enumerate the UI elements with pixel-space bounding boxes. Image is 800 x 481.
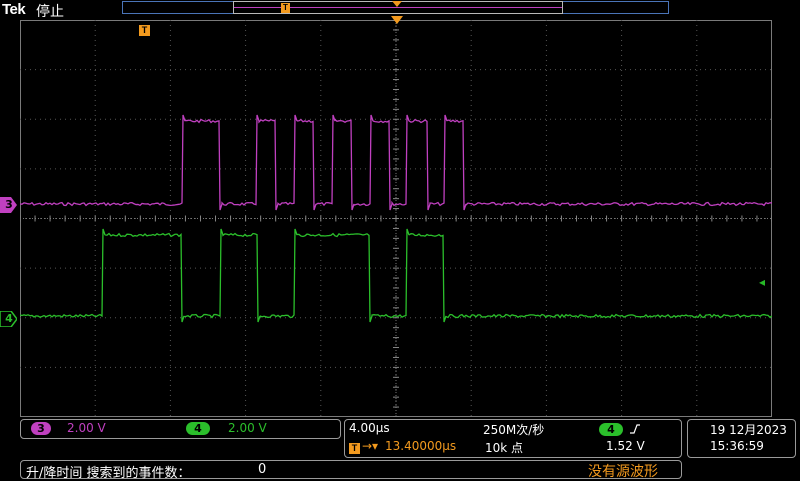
channel-scale-panel: 3 2.00 V 4 2.00 V (20, 419, 341, 439)
trigger-source-badge: 4 (599, 423, 623, 436)
ch3-ground-marker[interactable]: 3 (0, 197, 17, 213)
trigger-delay-badge-icon: T (349, 443, 360, 454)
search-status-bar[interactable]: 升/降时间 搜索到的事件数： 0 没有源波形 (20, 460, 682, 481)
ch4-scale[interactable]: 2.00 V (228, 421, 267, 435)
trigger-level-arrow-icon[interactable]: ◂ (759, 275, 765, 289)
ch3-scale[interactable]: 2.00 V (67, 421, 106, 435)
time: 15:36:59 (710, 439, 764, 453)
date: 19 12月2023 (710, 423, 787, 437)
sample-rate: 250M次/秒 (483, 423, 545, 437)
date-time-panel[interactable]: 19 12月2023 15:36:59 (687, 419, 796, 458)
timebase: 4.00µs (349, 421, 390, 435)
trigger-position-arrow-icon[interactable] (391, 16, 403, 24)
record-trigger-badge: T (281, 3, 290, 13)
trigger-level: 1.52 V (606, 439, 645, 453)
trigger-delay: 13.40000µs (385, 439, 457, 453)
waveform-graticule[interactable] (20, 20, 772, 417)
graticule-svg (20, 20, 772, 417)
search-count: 0 (258, 462, 267, 477)
acquisition-status: 停止 (36, 4, 64, 20)
trigger-badge-icon: T (139, 25, 150, 36)
record-trigger-position-arrow-icon (392, 1, 402, 7)
ch4-badge[interactable]: 4 (186, 422, 210, 435)
ch4-marker-label: 4 (5, 312, 13, 325)
delay-arrow-icon: →▾ (362, 439, 379, 453)
ch3-marker-label: 3 (5, 198, 13, 211)
ch4-ground-marker[interactable]: 4 (0, 310, 18, 328)
record-length: 10k 点 (485, 441, 524, 455)
search-label: 升/降时间 搜索到的事件数： (26, 466, 191, 481)
tek-logo: Tek (2, 1, 26, 18)
horizontal-trigger-panel[interactable]: 4.00µs 250M次/秒 T →▾ 13.40000µs 10k 点 4 1… (344, 419, 682, 458)
search-message: 没有源波形 (588, 464, 658, 480)
rising-edge-icon (630, 424, 640, 434)
ch3-badge[interactable]: 3 (31, 422, 51, 435)
